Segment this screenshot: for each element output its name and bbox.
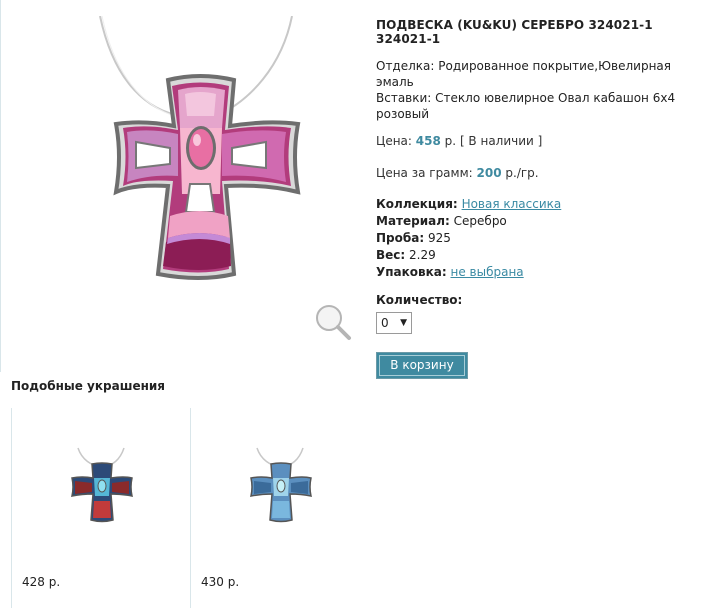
gram-price-unit: р./гр.	[505, 166, 539, 180]
weight-row: Вес: 2.29	[376, 247, 706, 264]
similar-section-title: Подобные украшения	[11, 379, 166, 393]
product-description: Отделка: Родированное покрытие,Ювелирная…	[376, 58, 706, 122]
finish-line: Отделка: Родированное покрытие,Ювелирная…	[376, 58, 706, 90]
collection-label: Коллекция:	[376, 197, 458, 211]
material-value: Серебро	[453, 214, 507, 228]
add-to-cart-label: В корзину	[379, 355, 465, 376]
similar-item-price: 428 р.	[22, 575, 61, 589]
inserts-label: Вставки:	[376, 91, 432, 105]
product-image[interactable]	[20, 15, 356, 344]
availability-status: [ В наличии ]	[459, 134, 543, 148]
quantity-value: 0	[381, 316, 389, 330]
chevron-down-icon: ▼	[400, 318, 407, 328]
finish-label: Отделка:	[376, 59, 435, 73]
quantity-select[interactable]: 0 ▼	[376, 312, 412, 334]
left-divider	[0, 0, 1, 372]
price-line: Цена: 458 р. [ В наличии ]	[376, 134, 706, 148]
assay-label: Проба:	[376, 231, 425, 245]
product-info: ПОДВЕСКА (KU&KU) СЕРЕБРО 324021-1 324021…	[376, 18, 706, 379]
quantity-label: Количество:	[376, 293, 463, 307]
magnifier-icon[interactable]	[313, 302, 353, 342]
assay-row: Проба: 925	[376, 230, 706, 247]
collection-row: Коллекция: Новая классика	[376, 196, 706, 213]
product-properties: Коллекция: Новая классика Материал: Сере…	[376, 196, 706, 281]
package-label: Упаковка:	[376, 265, 447, 279]
package-row: Упаковка: не выбрана	[376, 264, 706, 281]
price-label: Цена:	[376, 134, 412, 148]
collection-link[interactable]: Новая классика	[462, 197, 562, 211]
gram-price-value: 200	[476, 166, 502, 180]
add-to-cart-button[interactable]: В корзину	[376, 352, 468, 379]
inserts-line: Вставки: Стекло ювелирное Овал кабашон 6…	[376, 90, 706, 122]
similar-item-image[interactable]	[12, 446, 191, 536]
gram-price-label: Цена за грамм:	[376, 166, 473, 180]
similar-item[interactable]: 428 р.	[11, 408, 190, 608]
weight-value: 2.29	[409, 248, 436, 262]
similar-item[interactable]: 430 р.	[190, 408, 369, 608]
product-title: ПОДВЕСКА (KU&KU) СЕРЕБРО 324021-1 324021…	[376, 18, 653, 46]
price-value: 458	[415, 134, 441, 148]
price-unit: р.	[444, 134, 457, 148]
similar-item-price: 430 р.	[201, 575, 240, 589]
package-link[interactable]: не выбрана	[451, 265, 524, 279]
similar-item-image[interactable]	[191, 446, 370, 536]
material-label: Материал:	[376, 214, 450, 228]
weight-label: Вес:	[376, 248, 406, 262]
gram-price-line: Цена за грамм: 200 р./гр.	[376, 166, 706, 180]
assay-value: 925	[427, 231, 451, 245]
material-row: Материал: Серебро	[376, 213, 706, 230]
